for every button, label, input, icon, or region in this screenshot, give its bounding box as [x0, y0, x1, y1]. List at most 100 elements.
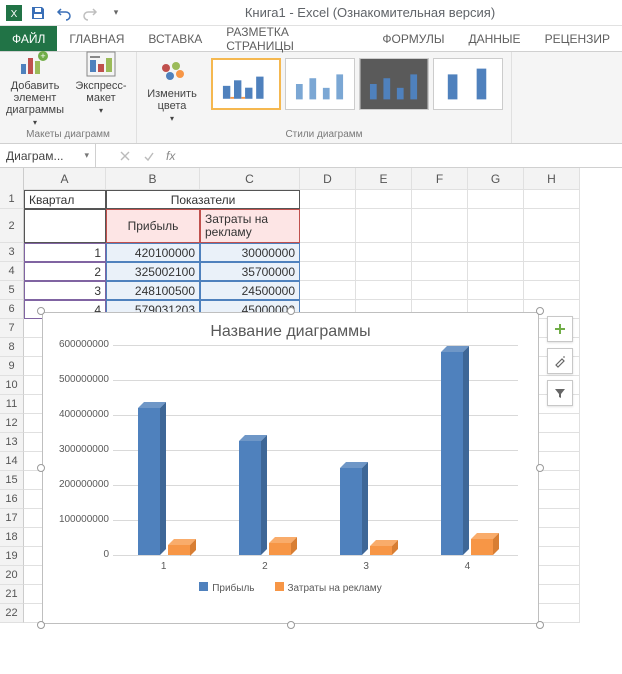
col-header-f[interactable]: F	[412, 168, 468, 190]
row-header[interactable]: 2	[0, 209, 24, 243]
chart-style-2[interactable]	[285, 58, 355, 110]
change-colors-label: Изменить цвета	[141, 88, 203, 112]
cell[interactable]: Показатели	[106, 190, 300, 209]
chart-object[interactable]: Название диаграммы 010000000020000000030…	[42, 312, 539, 624]
chart-bar[interactable]	[471, 539, 493, 555]
row-header[interactable]: 15	[0, 471, 24, 490]
resize-handle[interactable]	[37, 307, 45, 315]
row-header[interactable]: 7	[0, 319, 24, 338]
fx-icon[interactable]: fx	[166, 149, 175, 163]
chevron-down-icon[interactable]: ▾	[84, 150, 89, 161]
resize-handle[interactable]	[287, 307, 295, 315]
cell[interactable]: 35700000	[200, 262, 300, 281]
row-header[interactable]: 12	[0, 414, 24, 433]
cell[interactable]: 2	[24, 262, 106, 281]
col-header-e[interactable]: E	[356, 168, 412, 190]
chart-styles-button[interactable]	[547, 348, 573, 374]
cell[interactable]: 24500000	[200, 281, 300, 300]
cell[interactable]: 3	[24, 281, 106, 300]
redo-icon[interactable]	[82, 5, 98, 21]
cell[interactable]: Прибыль	[106, 209, 200, 243]
resize-handle[interactable]	[37, 621, 45, 629]
row-header[interactable]: 5	[0, 281, 24, 300]
chart-plot-area[interactable]: 0100000000200000000300000000400000000500…	[113, 345, 518, 555]
row-header[interactable]: 13	[0, 433, 24, 452]
cell[interactable]: Затраты на рекламу	[200, 209, 300, 243]
formula-input[interactable]	[185, 149, 612, 163]
chart-filter-button[interactable]	[547, 380, 573, 406]
resize-handle[interactable]	[536, 464, 544, 472]
cell[interactable]: Квартал	[24, 190, 106, 209]
change-colors-button[interactable]: Изменить цвета▾	[141, 54, 203, 123]
worksheet[interactable]: A B C D E F G H 1 Квартал Показатели 2 П…	[0, 168, 622, 623]
row-header[interactable]: 17	[0, 509, 24, 528]
row-header[interactable]: 3	[0, 243, 24, 262]
chart-legend[interactable]: Прибыль Затраты на рекламу	[43, 582, 538, 594]
row-header[interactable]: 10	[0, 376, 24, 395]
row-header[interactable]: 1	[0, 190, 24, 209]
row-header[interactable]: 19	[0, 547, 24, 566]
tab-formulas[interactable]: ФОРМУЛЫ	[370, 26, 456, 51]
enter-icon[interactable]	[142, 149, 156, 163]
tab-review[interactable]: РЕЦЕНЗИР	[533, 26, 622, 51]
row-header[interactable]: 14	[0, 452, 24, 471]
row-header[interactable]: 6	[0, 300, 24, 319]
undo-icon[interactable]	[56, 5, 72, 21]
row-header[interactable]: 16	[0, 490, 24, 509]
chart-bar[interactable]	[370, 546, 392, 555]
resize-handle[interactable]	[536, 307, 544, 315]
add-chart-element-button[interactable]: + Добавить элемент диаграммы▾	[4, 46, 66, 127]
cell[interactable]: 420100000	[106, 243, 200, 262]
chart-bar[interactable]	[340, 468, 362, 555]
svg-text:+: +	[40, 51, 45, 61]
chart-bar[interactable]	[269, 543, 291, 555]
col-header-d[interactable]: D	[300, 168, 356, 190]
resize-handle[interactable]	[37, 464, 45, 472]
chart-style-1[interactable]	[211, 58, 281, 110]
cell[interactable]: 1	[24, 243, 106, 262]
resize-handle[interactable]	[536, 621, 544, 629]
group-chart-layouts-label: Макеты диаграмм	[4, 127, 132, 142]
cancel-icon[interactable]	[118, 149, 132, 163]
row-header[interactable]: 11	[0, 395, 24, 414]
col-header-b[interactable]: B	[106, 168, 200, 190]
resize-handle[interactable]	[287, 621, 295, 629]
chart-bar[interactable]	[138, 408, 160, 555]
chart-title[interactable]: Название диаграммы	[43, 313, 538, 345]
col-header-h[interactable]: H	[524, 168, 580, 190]
svg-text:X: X	[11, 9, 18, 20]
y-tick-label: 400000000	[47, 409, 109, 420]
cell[interactable]	[24, 209, 106, 243]
col-header-c[interactable]: C	[200, 168, 300, 190]
name-box[interactable]: Диаграм...▾	[0, 144, 96, 167]
add-chart-element-label: Добавить элемент диаграммы	[4, 80, 66, 116]
tab-data[interactable]: ДАННЫЕ	[456, 26, 532, 51]
formula-bar-row: Диаграм...▾ fx	[0, 144, 622, 168]
cell[interactable]: 248100500	[106, 281, 200, 300]
tab-page-layout[interactable]: РАЗМЕТКА СТРАНИЦЫ	[214, 26, 370, 51]
col-header-a[interactable]: A	[24, 168, 106, 190]
chart-style-3[interactable]	[359, 58, 429, 110]
save-icon[interactable]	[30, 5, 46, 21]
row-header[interactable]: 21	[0, 585, 24, 604]
tab-insert[interactable]: ВСТАВКА	[136, 26, 214, 51]
qat-dropdown-icon[interactable]: ▾	[108, 5, 124, 21]
row-header[interactable]: 8	[0, 338, 24, 357]
cell[interactable]: 30000000	[200, 243, 300, 262]
quick-layout-button[interactable]: Экспресс-макет▾	[70, 46, 132, 115]
x-tick-label: 2	[262, 561, 268, 572]
col-header-g[interactable]: G	[468, 168, 524, 190]
chart-elements-button[interactable]	[547, 316, 573, 342]
row-header[interactable]: 22	[0, 604, 24, 623]
chart-style-4[interactable]	[433, 58, 503, 110]
y-tick-label: 100000000	[47, 514, 109, 525]
row-header[interactable]: 20	[0, 566, 24, 585]
chart-bar[interactable]	[239, 441, 261, 555]
cell[interactable]: 325002100	[106, 262, 200, 281]
chart-bar[interactable]	[441, 352, 463, 555]
row-header[interactable]: 9	[0, 357, 24, 376]
select-all-corner[interactable]	[0, 168, 24, 190]
row-header[interactable]: 18	[0, 528, 24, 547]
row-header[interactable]: 4	[0, 262, 24, 281]
chart-bar[interactable]	[168, 545, 190, 556]
